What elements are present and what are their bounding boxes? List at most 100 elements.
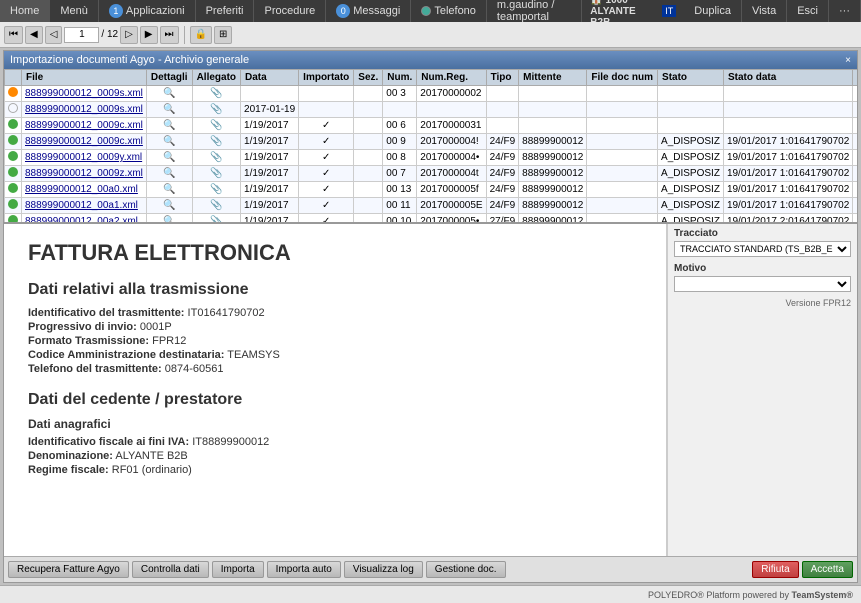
importa-button[interactable]: Importa [212, 561, 264, 578]
menu-preferiti[interactable]: Preferiti [196, 0, 255, 22]
window-close-button[interactable]: × [845, 55, 851, 66]
row-file-doc [587, 118, 658, 134]
row-allegato[interactable]: 📎 [192, 86, 240, 102]
table-row[interactable]: 888999000012_00a1.xml 🔍 📎 1/19/2017 ✓ 00… [5, 198, 858, 214]
row-status [5, 182, 22, 198]
row-status [5, 166, 22, 182]
table-row[interactable]: 888999000012_0009s.xml 🔍 📎 00 3 20170000… [5, 86, 858, 102]
row-file-doc [587, 134, 658, 150]
row-tipo: 24/F9 [486, 166, 519, 182]
recupera-fatture-button[interactable]: Recupera Fatture Agyo [8, 561, 129, 578]
main-container: Home Menù 1 Applicazioni Preferiti Proce… [0, 0, 861, 603]
menu-telefono[interactable]: Telefono [411, 0, 487, 22]
nav-first-button[interactable]: ⏮ [4, 26, 23, 44]
row-importato: ✓ [299, 166, 354, 182]
row-dettagli[interactable]: 🔍 [146, 150, 192, 166]
table-row[interactable]: 888999000012_0009c.xml 🔍 📎 1/19/2017 ✓ 0… [5, 134, 858, 150]
row-sez [354, 102, 383, 118]
row-dettagli[interactable]: 🔍 [146, 182, 192, 198]
menu-applicazioni[interactable]: 1 Applicazioni [99, 0, 196, 22]
row-allegato[interactable]: 📎 [192, 182, 240, 198]
nav-prev2-button[interactable]: ◁ [45, 26, 63, 44]
row-allegato[interactable]: 📎 [192, 166, 240, 182]
menu-applicazioni-label: Applicazioni [126, 5, 185, 17]
row-dettagli[interactable]: 🔍 [146, 214, 192, 225]
row-allegato[interactable]: 📎 [192, 214, 240, 225]
main-window: Importazione documenti Agyo - Archivio g… [3, 50, 858, 583]
row-status [5, 86, 22, 102]
window-title-text: Importazione documenti Agyo - Archivio g… [10, 54, 249, 66]
nav-prev-button[interactable]: ◀ [25, 26, 43, 44]
row-num-reg: 20170000031 [417, 118, 486, 134]
row-dettagli[interactable]: 🔍 [146, 134, 192, 150]
menu-user[interactable]: m.gaudino / teamportal [487, 0, 582, 22]
grid-button[interactable]: ⊞ [214, 26, 232, 44]
row-sez [354, 214, 383, 225]
anagrafica-fields: Identificativo fiscale ai fini IVA: IT88… [28, 436, 642, 476]
page-number-input[interactable]: 1 [64, 27, 99, 43]
row-tipo [486, 86, 519, 102]
row-file-doc [587, 182, 658, 198]
row-dettagli[interactable]: 🔍 [146, 198, 192, 214]
table-row[interactable]: 888999000012_00a2.xml 🔍 📎 1/19/2017 ✓ 00… [5, 214, 858, 225]
lock-button[interactable]: 🔒 [190, 26, 212, 44]
gestione-doc-button[interactable]: Gestione doc. [426, 561, 506, 578]
col-stato: Stato [658, 70, 724, 86]
menu-procedure[interactable]: Procedure [254, 0, 326, 22]
motivo-select[interactable] [674, 276, 851, 292]
row-status [5, 118, 22, 134]
menu-home-label: Home [10, 5, 39, 17]
row-stato-data: 19/01/2017 1:01641790702 [723, 182, 852, 198]
row-importato: ✓ [299, 134, 354, 150]
row-stato-data [723, 118, 852, 134]
row-importato: ✓ [299, 214, 354, 225]
row-status [5, 214, 22, 225]
row-num [383, 102, 417, 118]
menu-user-label: m.gaudino / teamportal [497, 0, 571, 23]
menu-more[interactable]: ··· [829, 0, 861, 22]
menu-esci[interactable]: Esci [787, 0, 829, 22]
row-sez [354, 86, 383, 102]
row-allegato[interactable]: 📎 [192, 118, 240, 134]
rifiuta-button[interactable]: Rifiuta [752, 561, 798, 578]
row-dettagli[interactable]: 🔍 [146, 86, 192, 102]
menu-duplica[interactable]: Duplica [684, 0, 742, 22]
row-num-reg: 2017000005E [417, 198, 486, 214]
denominazione-field: Denominazione: ALYANTE B2B [28, 450, 642, 462]
table-row[interactable]: 888999000012_0009y.xml 🔍 📎 1/19/2017 ✓ 0… [5, 150, 858, 166]
visualizza-log-button[interactable]: Visualizza log [344, 561, 423, 578]
telefono-field: Telefono del trasmittente: 0874-60561 [28, 363, 642, 375]
menu-vista[interactable]: Vista [742, 0, 787, 22]
controlla-dati-button[interactable]: Controlla dati [132, 561, 209, 578]
row-allegato[interactable]: 📎 [192, 198, 240, 214]
row-tipo: 27/F9 [486, 214, 519, 225]
nav-next-button[interactable]: ▷ [120, 26, 138, 44]
doc-title: FATTURA ELETTRONICA [28, 240, 642, 266]
row-allegato[interactable]: 📎 [192, 150, 240, 166]
row-dettagli[interactable]: 🔍 [146, 166, 192, 182]
motivo-label: Motivo [674, 263, 851, 274]
col-mittente: Mittente [519, 70, 587, 86]
table-row[interactable]: 888999000012_0009s.xml 🔍 📎 2017-01-19 [5, 102, 858, 118]
right-panel: Tracciato TRACCIATO STANDARD (TS_B2B_ES0… [667, 224, 857, 556]
row-allegato[interactable]: 📎 [192, 102, 240, 118]
row-mittente [519, 102, 587, 118]
menu-messaggi[interactable]: 0 Messaggi [326, 0, 411, 22]
accetta-button[interactable]: Accetta [802, 561, 853, 578]
col-file: File [22, 70, 147, 86]
table-row[interactable]: 888999000012_0009c.xml 🔍 📎 1/19/2017 ✓ 0… [5, 118, 858, 134]
col-num-reg: Num.Reg. [417, 70, 486, 86]
menu-home[interactable]: Home [0, 0, 50, 22]
row-dettagli[interactable]: 🔍 [146, 102, 192, 118]
table-row[interactable]: 888999000012_00a0.xml 🔍 📎 1/19/2017 ✓ 00… [5, 182, 858, 198]
importa-auto-button[interactable]: Importa auto [267, 561, 341, 578]
row-dettagli[interactable]: 🔍 [146, 118, 192, 134]
row-trasmittente [853, 118, 857, 134]
menu-menu[interactable]: Menù [50, 0, 99, 22]
nav-last-button[interactable]: ⏭ [160, 26, 179, 44]
tracciato-select[interactable]: TRACCIATO STANDARD (TS_B2B_ES01) [674, 241, 851, 257]
nav-next2-button[interactable]: ▶ [140, 26, 158, 44]
row-allegato[interactable]: 📎 [192, 134, 240, 150]
flag-icon: IT [662, 5, 676, 17]
table-row[interactable]: 888999000012_0009z.xml 🔍 📎 1/19/2017 ✓ 0… [5, 166, 858, 182]
